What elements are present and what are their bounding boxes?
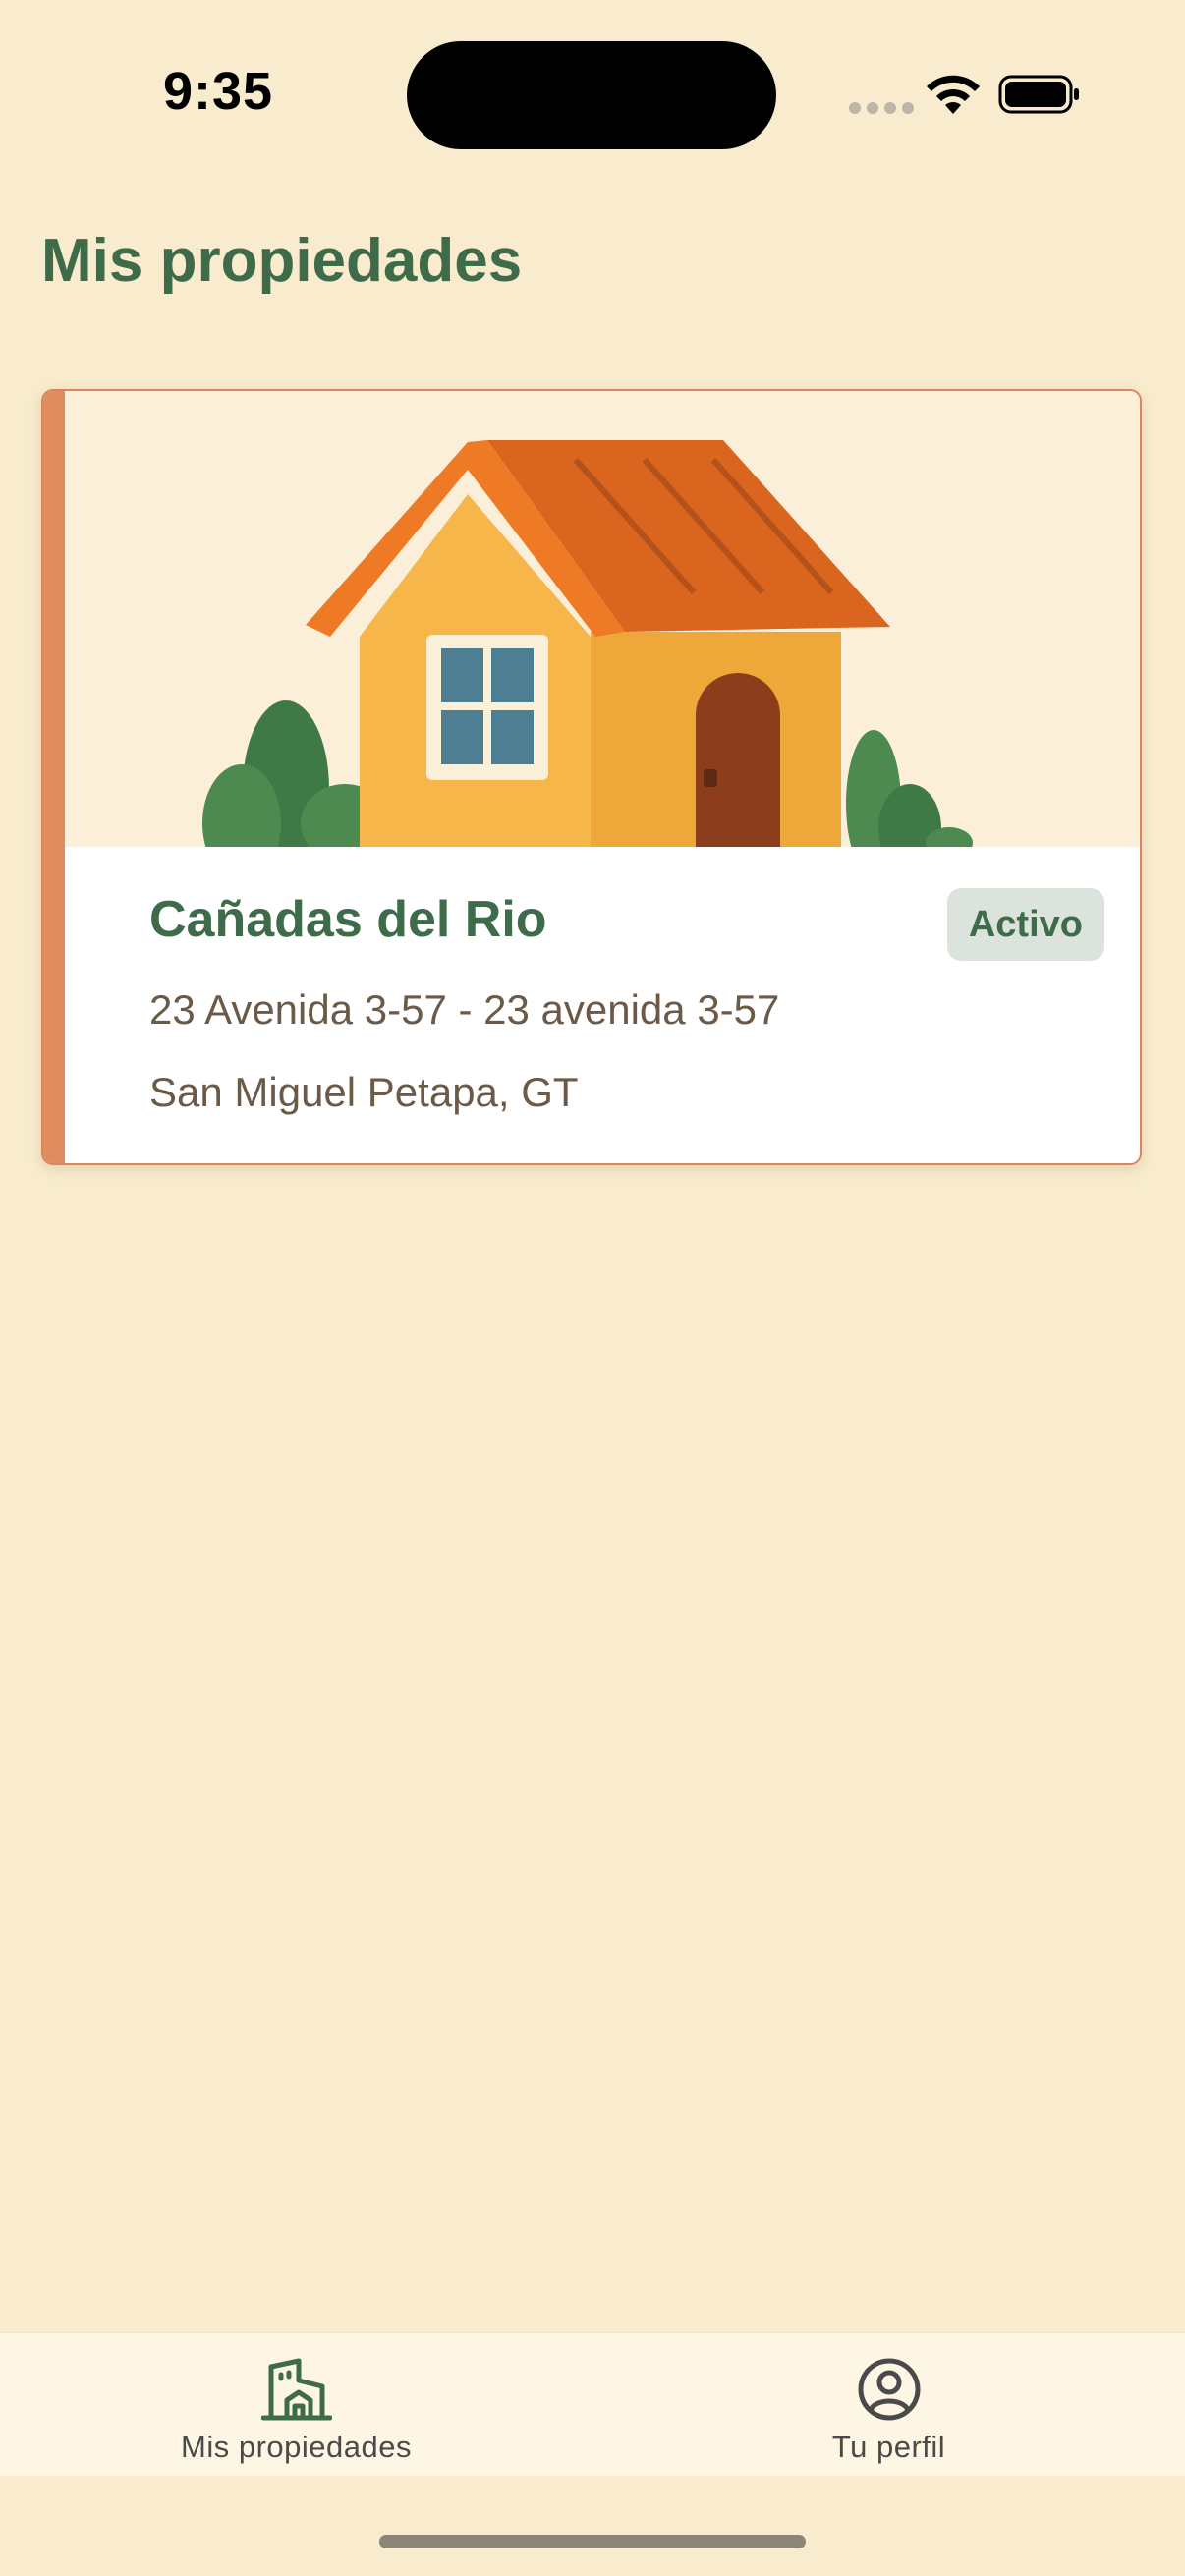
building-icon — [260, 2358, 332, 2421]
property-city: San Miguel Petapa, GT — [149, 1069, 579, 1115]
tab-label: Tu perfil — [831, 2430, 946, 2464]
property-card[interactable]: Cañadas del Rio Activo 23 Avenida 3-57 -… — [41, 389, 1142, 1165]
property-info: Cañadas del Rio Activo 23 Avenida 3-57 -… — [65, 847, 1140, 1163]
app-screen: 9:35 Mis propiedades Cañadas del Rio Act… — [0, 0, 1185, 2576]
home-indicator[interactable] — [379, 2535, 806, 2548]
property-name: Cañadas del Rio — [149, 891, 547, 948]
tab-tu-perfil[interactable]: Tu perfil — [592, 2333, 1185, 2477]
status-badge: Activo — [946, 888, 1104, 961]
battery-icon — [998, 75, 1079, 114]
property-address: 23 Avenida 3-57 - 23 avenida 3-57 — [149, 986, 780, 1033]
wifi-icon — [927, 75, 980, 114]
card-accent-bar — [43, 391, 65, 1163]
status-bar: 9:35 — [0, 0, 1185, 187]
cellular-signal-icon — [849, 102, 914, 114]
tab-label: Mis propiedades — [181, 2430, 412, 2464]
tab-bar: Mis propiedades Tu perfil — [0, 2332, 1185, 2476]
profile-icon — [858, 2358, 920, 2421]
tab-mis-propiedades[interactable]: Mis propiedades — [0, 2333, 592, 2477]
status-time: 9:35 — [163, 62, 274, 121]
page-title: Mis propiedades — [41, 227, 523, 295]
dynamic-island — [407, 41, 776, 149]
house-illustration — [65, 391, 1140, 847]
